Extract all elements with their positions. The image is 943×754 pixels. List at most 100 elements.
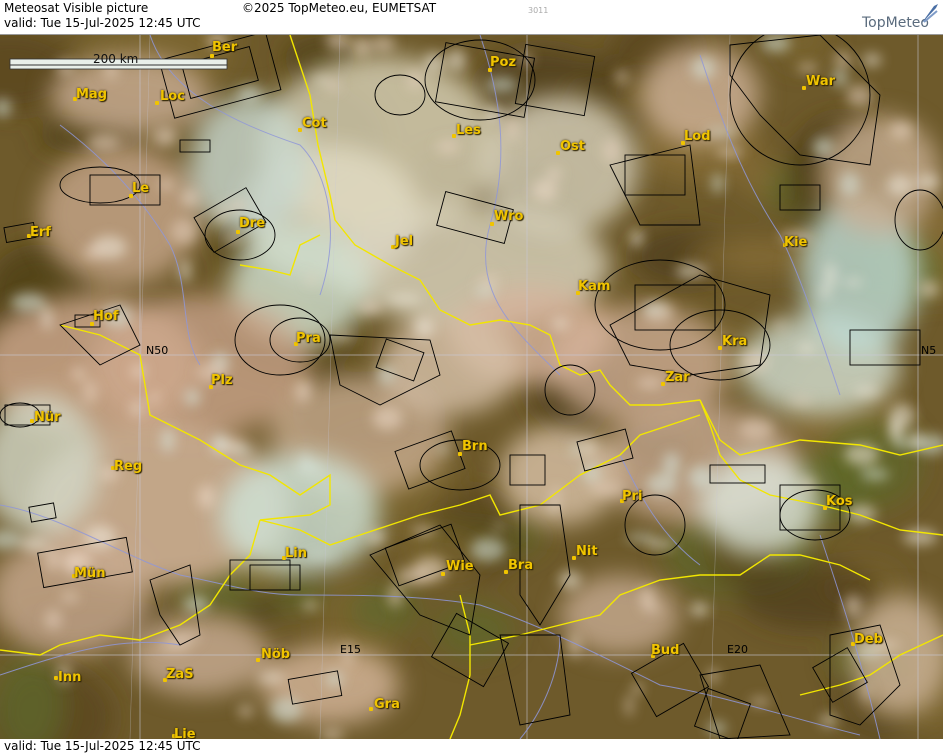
cloud-puff: [158, 178, 174, 191]
cloud-puff: [41, 306, 53, 331]
cloud-puff: [357, 300, 383, 314]
valid-time: valid: Tue 15-Jul-2025 12:45 UTC: [4, 16, 201, 30]
city-label: ZaS: [166, 667, 194, 682]
cloud-puff: [470, 537, 506, 562]
cloud-puff: [646, 473, 678, 495]
footer-valid-time: valid: Tue 15-Jul-2025 12:45 UTC: [4, 739, 201, 753]
cloud-puff: [910, 431, 922, 448]
cloud-puff: [131, 400, 143, 416]
cloud-puff: [643, 605, 663, 612]
cloud-puff: [708, 668, 719, 684]
cloud-puff: [306, 274, 317, 286]
cloud-puff: [326, 78, 341, 92]
city-label: Dre: [239, 216, 266, 231]
cloud-puff: [739, 418, 774, 441]
cloud-puff: [258, 672, 285, 684]
cloud-puff: [312, 75, 329, 84]
cloud-puff: [87, 134, 120, 151]
cloud-puff: [860, 468, 890, 481]
city-label: Ost: [560, 139, 586, 154]
cloud-puff: [548, 500, 560, 513]
city-label: Bud: [651, 643, 680, 658]
cloud-puff: [370, 35, 396, 52]
cloud-puff: [824, 262, 837, 288]
cloud-puff: [19, 537, 48, 552]
terrain-patch: [349, 584, 422, 635]
cloud-mass: [40, 145, 200, 285]
grid-label-n50: N50: [146, 344, 169, 357]
cloud-puff: [689, 602, 710, 617]
city-label: Loc: [160, 89, 185, 104]
cloud-puff: [636, 377, 664, 389]
cloud-puff: [150, 390, 159, 406]
city-label: Nöb: [261, 647, 291, 662]
cloud-puff: [916, 173, 940, 190]
cloud-puff: [581, 440, 596, 456]
cloud-puff: [325, 671, 344, 688]
cloud-puff: [812, 137, 834, 157]
cloud-puff: [834, 51, 852, 68]
city-label: Inn: [58, 670, 82, 685]
cloud-puff: [844, 443, 880, 466]
cloud-puff: [197, 484, 216, 510]
cloud-puff: [71, 367, 86, 381]
city-label: Kam: [578, 279, 611, 294]
cloud-puff: [44, 609, 62, 630]
cloud-puff: [296, 461, 325, 474]
city-label: Brn: [462, 439, 488, 454]
city-label: Cot: [302, 116, 327, 131]
cloud-puff: [10, 292, 46, 312]
cloud-puff: [171, 218, 198, 245]
city-label: Erf: [30, 225, 51, 240]
logo-bird-icon: [921, 4, 938, 24]
cloud-puff: [493, 523, 504, 531]
image-code: 3011: [528, 6, 549, 15]
cloud-puff: [307, 552, 336, 559]
cloud-puff: [853, 386, 881, 397]
cloud-puff: [761, 35, 791, 53]
footer-bar: valid: Tue 15-Jul-2025 12:45 UTC: [0, 739, 943, 754]
cloud-puff: [547, 167, 562, 180]
city-label: Plz: [211, 373, 233, 388]
cloud-puff: [602, 137, 621, 164]
cloud-puff: [589, 482, 625, 496]
city-label: Wie: [446, 559, 474, 574]
city-label: Deb: [854, 632, 883, 647]
cloud-puff: [183, 388, 201, 407]
cloud-puff: [153, 127, 177, 147]
cloud-puff: [749, 697, 771, 706]
cloud-puff: [551, 318, 569, 330]
cloud-puff: [662, 451, 681, 477]
cloud-mass: [700, 455, 820, 555]
cloud-puff: [414, 316, 434, 338]
cloud-puff: [446, 48, 467, 72]
cloud-puff: [797, 343, 816, 354]
city-label: Mün: [74, 566, 106, 581]
city-label: Hof: [93, 309, 119, 324]
cloud-puff: [687, 465, 714, 489]
city-label: Les: [456, 123, 481, 138]
cloud-puff: [270, 697, 302, 723]
city-label: Nit: [576, 544, 598, 559]
map-viewer: Meteosat Visible picture valid: Tue 15-J…: [0, 0, 943, 754]
cloud-puff: [625, 694, 634, 717]
cloud-puff: [372, 405, 403, 431]
cloud-puff: [160, 427, 175, 453]
city-label: Jel: [395, 234, 414, 249]
satellite-map[interactable]: 200 km N50 N5 E15 E20 Ber Mag Loc Cot Po…: [0, 35, 943, 739]
cloud-mass: [380, 315, 520, 415]
cloud-puff: [486, 77, 518, 93]
city-label: Nür: [34, 410, 61, 425]
cloud-puff: [82, 246, 104, 260]
cloud-puff: [438, 444, 448, 454]
city-label: Pri: [622, 489, 643, 504]
cloud-puff: [302, 600, 319, 610]
city-label: Kie: [784, 235, 808, 250]
city-label: Bra: [508, 558, 534, 573]
cloud-mass: [190, 95, 310, 235]
header-bar: Meteosat Visible picture valid: Tue 15-J…: [0, 0, 943, 35]
city-label: Lin: [285, 546, 307, 561]
cloud-puff: [82, 379, 98, 404]
city-label: Wro: [494, 209, 524, 224]
cloud-puff: [532, 179, 558, 202]
